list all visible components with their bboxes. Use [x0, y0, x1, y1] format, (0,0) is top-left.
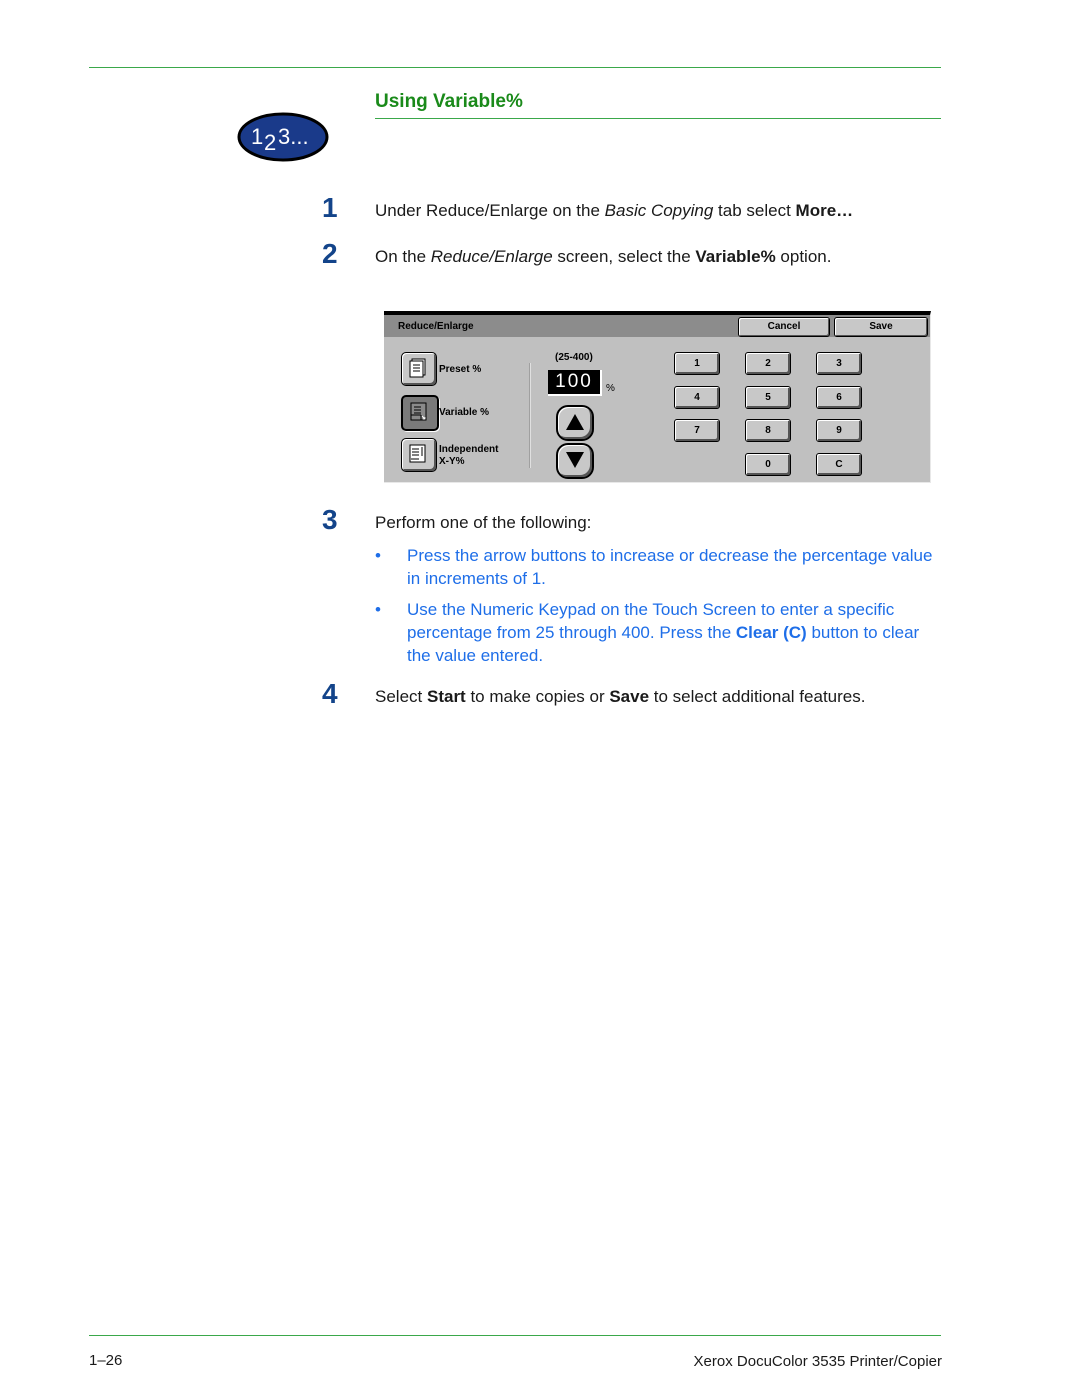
variable-percent-button[interactable] [401, 395, 439, 431]
keypad-key-9[interactable]: 9 [816, 419, 862, 442]
save-button[interactable]: Save [834, 317, 928, 337]
text-run: Select [375, 687, 427, 706]
keypad-key-3[interactable]: 3 [816, 352, 862, 375]
text-run-italic: Reduce/Enlarge [430, 247, 553, 266]
step-number-3: 3 [322, 504, 338, 535]
independent-xy-document-icon [409, 444, 426, 463]
keypad-key-7[interactable]: 7 [674, 419, 720, 442]
keypad-key-2[interactable]: 2 [745, 352, 791, 375]
keypad-key-8[interactable]: 8 [745, 419, 791, 442]
percent-unit-label: % [606, 383, 615, 394]
decrease-arrow-button[interactable] [556, 443, 594, 479]
variable-percent-label: Variable % [439, 407, 490, 418]
bullet-text: Press the arrow buttons to increase or d… [407, 546, 933, 588]
steps-badge-icon: 1 2 3... [237, 112, 329, 162]
independent-label-line1: Independent [439, 444, 499, 455]
text-run: On the [375, 247, 431, 266]
range-label: (25-400) [555, 352, 593, 363]
arrow-up-icon [566, 414, 584, 430]
text-run-bold: Clear (C) [735, 623, 807, 642]
increase-arrow-button[interactable] [556, 405, 594, 441]
text-run-bold: Save [609, 687, 650, 706]
step-number-1: 1 [322, 192, 338, 223]
bullet-marker: • [375, 600, 381, 619]
text-run: to select additional features. [649, 687, 866, 706]
independent-xy-button[interactable] [401, 438, 437, 472]
screen-title: Reduce/Enlarge [398, 321, 474, 332]
step-number-2: 2 [322, 238, 338, 269]
text-run-bold: Variable% [695, 247, 776, 266]
step-text-3: Perform one of the following: [375, 513, 592, 532]
svg-text:3...: 3... [278, 124, 309, 149]
text-run: Under Reduce/Enlarge on the [375, 201, 605, 220]
bullet-text: Use the Numeric Keypad on the Touch Scre… [407, 598, 947, 667]
keypad-key-6[interactable]: 6 [816, 386, 862, 409]
reduce-enlarge-screen: Reduce/Enlarge Cancel Save Preset % Vari… [384, 311, 931, 483]
text-run: tab select [713, 201, 796, 220]
vertical-divider [529, 363, 531, 468]
top-rule [89, 67, 941, 68]
arrow-down-icon [566, 452, 584, 468]
percent-value-display: 100 [548, 370, 602, 396]
text-run-bold: More… [795, 201, 854, 220]
text-run: option. [775, 247, 832, 266]
keypad-key-0[interactable]: 0 [745, 453, 791, 476]
step-number-4: 4 [322, 678, 338, 709]
step-text-1: Under Reduce/Enlarge on the Basic Copyin… [375, 201, 853, 221]
keypad-clear-button[interactable]: C [816, 453, 862, 476]
text-run: to make copies or [465, 687, 610, 706]
text-run: screen, select the [552, 247, 696, 266]
independent-xy-label: Independent X-Y% [439, 444, 498, 468]
keypad-key-5[interactable]: 5 [745, 386, 791, 409]
preset-document-icon [409, 358, 426, 378]
preset-percent-label: Preset % [439, 364, 482, 375]
preset-percent-button[interactable] [401, 352, 437, 386]
section-title: Using Variable% [375, 91, 523, 112]
independent-label-line2: X-Y% [439, 456, 465, 467]
bottom-rule [89, 1335, 941, 1336]
screen-header: Reduce/Enlarge Cancel Save [384, 315, 930, 337]
text-run-bold: Start [426, 687, 466, 706]
variable-document-icon [410, 402, 427, 421]
bullet-marker: • [375, 546, 381, 565]
text-run-italic: Basic Copying [604, 201, 714, 220]
svg-text:1: 1 [251, 124, 263, 149]
step-text-4: Select Start to make copies or Save to s… [375, 687, 865, 707]
cancel-button[interactable]: Cancel [738, 317, 830, 337]
section-rule [375, 118, 941, 119]
page-number: 1–26 [89, 1352, 123, 1369]
keypad-key-1[interactable]: 1 [674, 352, 720, 375]
step-text-2: On the Reduce/Enlarge screen, select the… [375, 247, 831, 267]
svg-text:2: 2 [264, 130, 276, 155]
keypad-key-4[interactable]: 4 [674, 386, 720, 409]
product-name: Xerox DocuColor 3535 Printer/Copier [693, 1353, 942, 1370]
